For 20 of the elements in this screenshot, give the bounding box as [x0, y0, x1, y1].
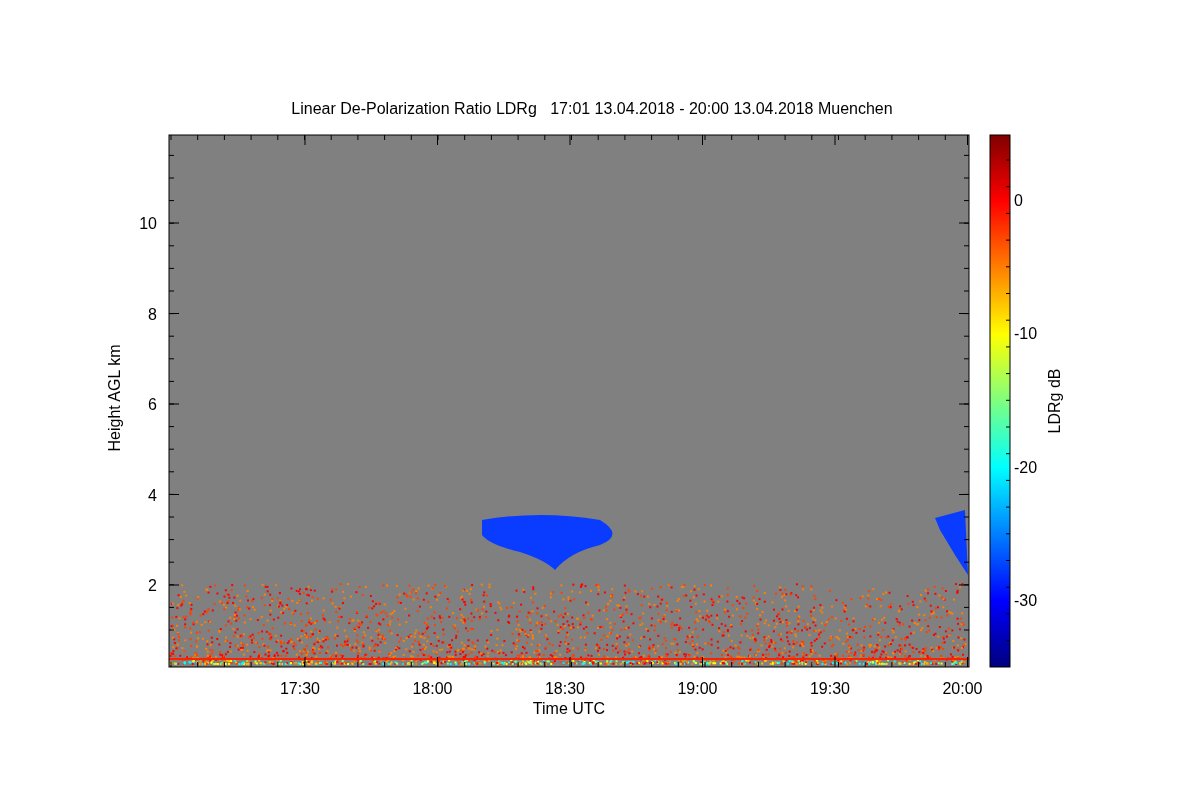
colorbar-tick-label: -10: [1014, 325, 1038, 343]
x-tick-label: 18:30: [545, 680, 585, 697]
x-tick-label: 19:30: [810, 680, 850, 697]
colorbar-tick-label: 0: [1014, 192, 1023, 209]
x-tick-label: 17:30: [280, 680, 320, 697]
y-tick-label: 2: [148, 577, 157, 594]
y-tick-label: 10: [139, 215, 157, 232]
colorbar-tick-label: -20: [1014, 458, 1038, 476]
y-axis-label: Height AGL km: [106, 344, 123, 452]
x-tick-label: 20:00: [942, 680, 983, 697]
x-tick-label: 18:00: [412, 680, 453, 697]
colorbar-tick-label: -30: [1014, 592, 1038, 610]
chart-title: Linear De-Polarization Ratio LDRg 17:01 13.04.2018 - 20:00 13.04.2018 Muenchen: [291, 100, 893, 117]
colorbar-label: LDRg dB: [1046, 368, 1063, 434]
y-tick-label: 4: [148, 486, 157, 504]
y-tick-label: 6: [148, 396, 157, 413]
x-axis-label: Time UTC: [532, 700, 606, 717]
y-tick-label: 8: [148, 305, 157, 323]
cloud-patch: [935, 510, 968, 575]
x-tick-label: 19:00: [677, 680, 718, 697]
